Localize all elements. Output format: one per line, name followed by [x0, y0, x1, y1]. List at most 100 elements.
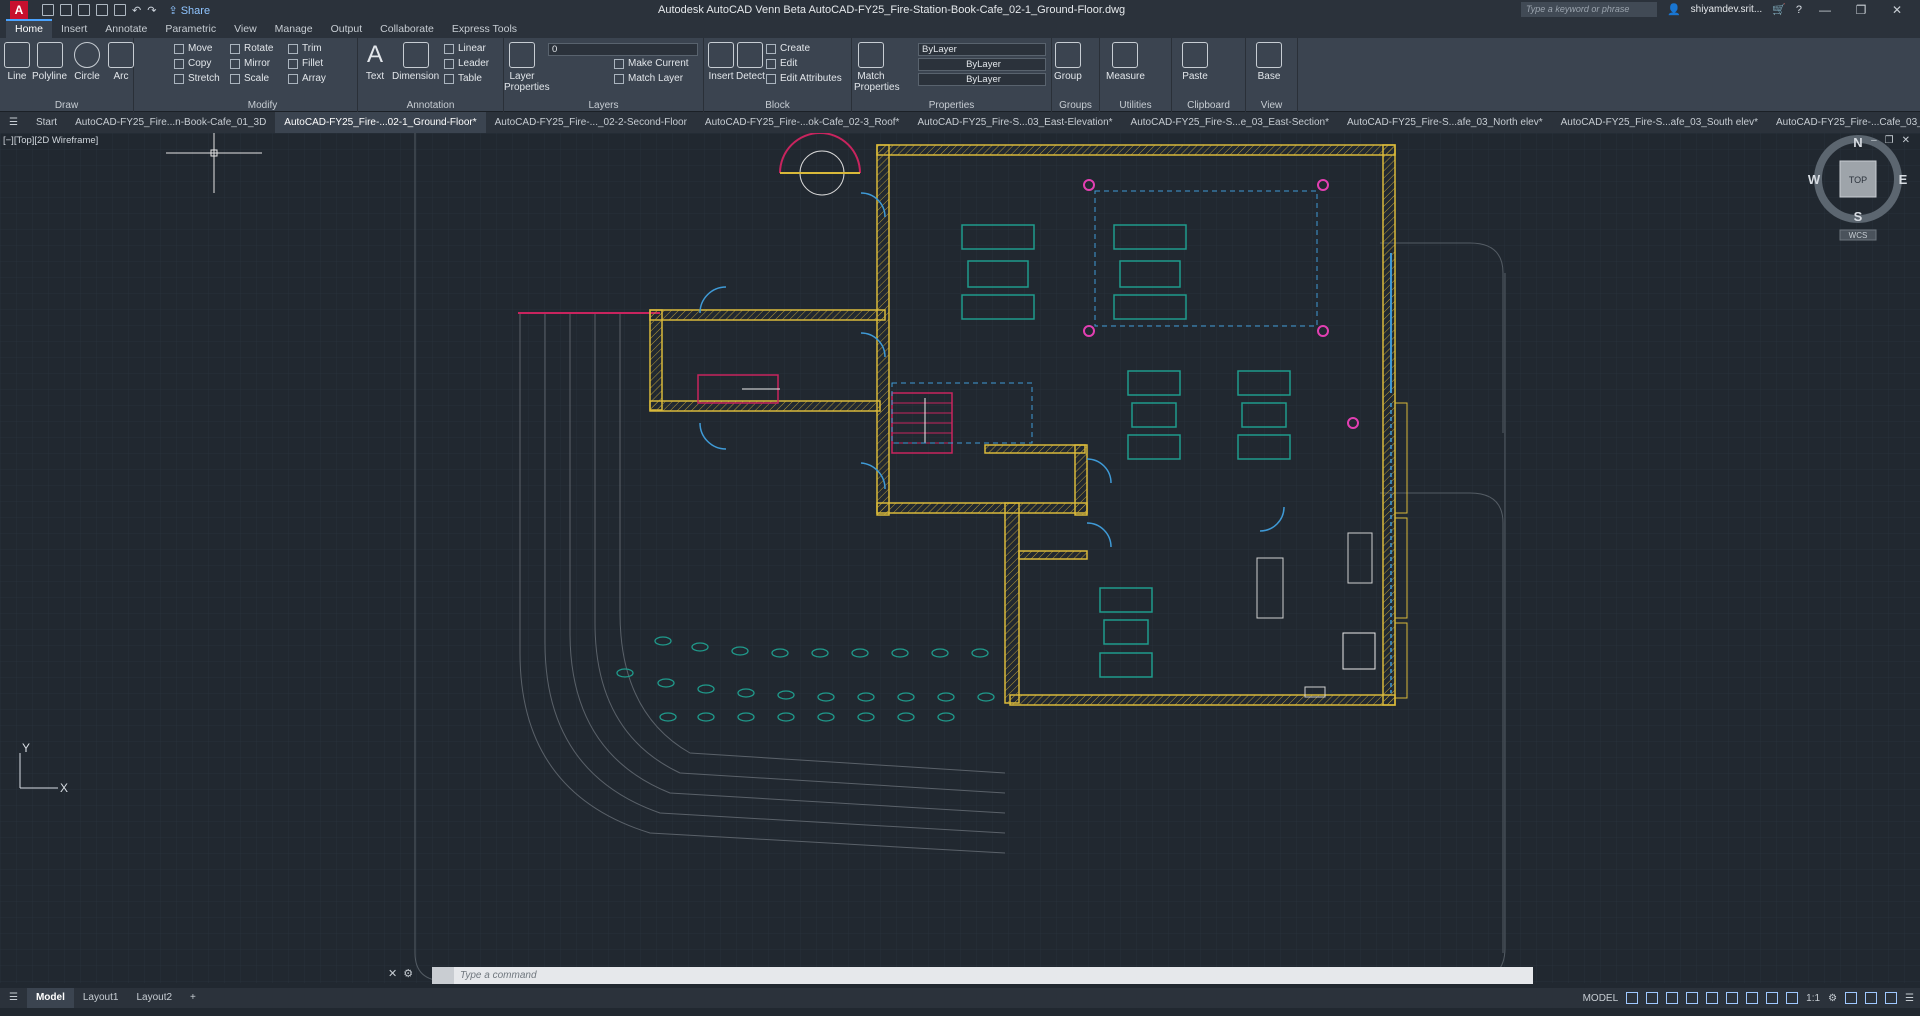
- tab-output[interactable]: Output: [322, 21, 372, 38]
- viewport-close-icon[interactable]: ✕: [1902, 135, 1910, 146]
- file-tab[interactable]: AutoCAD-FY25_Fire-..._02-2-Second-Floor: [486, 112, 696, 133]
- model-space-toggle[interactable]: MODEL: [1583, 993, 1619, 1004]
- grid-toggle-icon[interactable]: [1626, 992, 1639, 1004]
- color-dropdown[interactable]: ByLayer: [918, 43, 1046, 56]
- linetype-dropdown[interactable]: ByLayer: [918, 58, 1046, 71]
- minimize-icon[interactable]: —: [1812, 3, 1838, 17]
- share-button[interactable]: ⇪ Share: [168, 4, 210, 17]
- fillet-button[interactable]: Fillet: [288, 58, 323, 69]
- command-input[interactable]: Type a command: [454, 970, 537, 981]
- tab-manage[interactable]: Manage: [266, 21, 322, 38]
- command-line[interactable]: Type a command: [432, 967, 1533, 984]
- file-tab[interactable]: AutoCAD-FY25_Fire-S...03_East-Elevation*: [908, 112, 1121, 133]
- command-customize-icon[interactable]: ⚙: [403, 967, 413, 984]
- drawing-canvas[interactable]: TOP N S E W WCS Y X [−][Top][2D Wirefram…: [0, 113, 1920, 983]
- units-icon[interactable]: [1845, 992, 1858, 1004]
- user-name[interactable]: shiyamdev.srit...: [1691, 4, 1763, 15]
- annotation-visibility-icon[interactable]: [1786, 992, 1799, 1004]
- insert-button[interactable]: Insert: [708, 42, 734, 82]
- rotate-button[interactable]: Rotate: [230, 43, 273, 54]
- match-properties-button[interactable]: Match Properties: [854, 42, 900, 93]
- move-button[interactable]: Move: [174, 43, 212, 54]
- file-tab[interactable]: AutoCAD-FY25_Fire-S...afe_03_South elev*: [1552, 112, 1767, 133]
- layout-menu-icon[interactable]: ☰: [0, 988, 27, 1008]
- tab-collaborate[interactable]: Collaborate: [371, 21, 443, 38]
- undo-icon[interactable]: ↶: [132, 4, 141, 17]
- autocad-logo-icon[interactable]: A: [10, 1, 28, 19]
- clipboard-panel-label[interactable]: Clipboard: [1172, 100, 1245, 111]
- modify-panel-label[interactable]: Modify: [168, 100, 357, 111]
- scale-button[interactable]: Scale: [230, 73, 269, 84]
- file-tab-start[interactable]: Start: [27, 112, 66, 133]
- create-block-button[interactable]: Create: [766, 43, 810, 54]
- dimension-button[interactable]: Dimension: [392, 42, 439, 82]
- properties-panel-label[interactable]: Properties: [852, 100, 1051, 111]
- selection-cycling-icon[interactable]: [1766, 992, 1779, 1004]
- text-button[interactable]: A Text: [362, 42, 388, 83]
- polar-toggle-icon[interactable]: [1686, 992, 1699, 1004]
- file-tab[interactable]: AutoCAD-FY25_Fire-...ok-Cafe_02-3_Roof*: [696, 112, 909, 133]
- viewcube-south[interactable]: S: [1854, 209, 1863, 224]
- command-close-icon[interactable]: ✕: [388, 967, 397, 984]
- open-file-icon[interactable]: [60, 4, 72, 16]
- viewport-minimize-icon[interactable]: –: [1871, 135, 1877, 146]
- tab-express-tools[interactable]: Express Tools: [443, 21, 526, 38]
- viewport-controls-label[interactable]: [−][Top][2D Wireframe]: [3, 135, 98, 146]
- table-button[interactable]: Table: [444, 73, 482, 84]
- make-current-button[interactable]: Make Current: [614, 58, 689, 69]
- tab-model[interactable]: Model: [26, 988, 74, 1008]
- object-snap-toggle-icon[interactable]: [1726, 992, 1739, 1004]
- viewcube-east[interactable]: E: [1899, 172, 1908, 187]
- redo-icon[interactable]: ↷: [147, 4, 156, 17]
- tab-insert[interactable]: Insert: [52, 21, 96, 38]
- base-button[interactable]: Base: [1256, 42, 1282, 82]
- lineweight-toggle-icon[interactable]: [1746, 992, 1759, 1004]
- viewcube-west[interactable]: W: [1808, 172, 1821, 187]
- arc-button[interactable]: Arc: [108, 42, 134, 82]
- cart-icon[interactable]: 🛒: [1772, 3, 1786, 16]
- file-tab[interactable]: AutoCAD-FY25_Fire...n-Book-Cafe_01_3D: [66, 112, 275, 133]
- add-layout-icon[interactable]: +: [181, 988, 205, 1008]
- save-icon[interactable]: [78, 4, 90, 16]
- file-tab[interactable]: AutoCAD-FY25_Fire-S...afe_03_North elev*: [1338, 112, 1552, 133]
- ortho-toggle-icon[interactable]: [1666, 992, 1679, 1004]
- isometric-toggle-icon[interactable]: [1706, 992, 1719, 1004]
- detect-button[interactable]: Detect: [736, 42, 765, 82]
- groups-panel-label[interactable]: Groups: [1052, 100, 1099, 111]
- line-button[interactable]: Line: [4, 42, 30, 82]
- draw-panel-label[interactable]: Draw: [0, 100, 133, 111]
- command-history-icon[interactable]: [432, 967, 454, 984]
- group-button[interactable]: Group: [1054, 42, 1082, 82]
- print-icon[interactable]: [114, 4, 126, 16]
- copy-button[interactable]: Copy: [174, 58, 211, 69]
- close-icon[interactable]: ✕: [1884, 3, 1910, 17]
- lineweight-dropdown[interactable]: ByLayer: [918, 73, 1046, 86]
- match-layer-button[interactable]: Match Layer: [614, 73, 683, 84]
- stretch-button[interactable]: Stretch: [174, 73, 220, 84]
- maximize-icon[interactable]: ❐: [1848, 3, 1874, 17]
- status-customize-icon[interactable]: ☰: [1905, 993, 1914, 1004]
- tab-layout2[interactable]: Layout2: [127, 988, 181, 1008]
- tab-annotate[interactable]: Annotate: [96, 21, 156, 38]
- tab-view[interactable]: View: [225, 21, 266, 38]
- isolate-objects-icon[interactable]: [1865, 992, 1878, 1004]
- layer-dropdown[interactable]: 0: [548, 43, 698, 56]
- workspace-gear-icon[interactable]: ⚙: [1828, 993, 1837, 1004]
- trim-button[interactable]: Trim: [288, 43, 322, 54]
- mirror-button[interactable]: Mirror: [230, 58, 270, 69]
- paste-button[interactable]: Paste: [1182, 42, 1208, 82]
- polyline-button[interactable]: Polyline: [32, 42, 67, 82]
- tab-layout1[interactable]: Layout1: [74, 988, 128, 1008]
- new-file-icon[interactable]: [42, 4, 54, 16]
- circle-button[interactable]: Circle: [74, 42, 100, 82]
- clean-screen-icon[interactable]: [1885, 992, 1898, 1004]
- edit-attributes-button[interactable]: Edit Attributes: [766, 73, 842, 84]
- file-tab-active[interactable]: AutoCAD-FY25_Fire-...02-1_Ground-Floor*: [275, 112, 486, 133]
- file-tab[interactable]: AutoCAD-FY25_Fire-S...e_03_East-Section*: [1122, 112, 1338, 133]
- save-as-icon[interactable]: [96, 4, 108, 16]
- snap-toggle-icon[interactable]: [1646, 992, 1659, 1004]
- user-icon[interactable]: 👤: [1667, 3, 1681, 16]
- linear-button[interactable]: Linear: [444, 43, 486, 54]
- view-panel-label[interactable]: View: [1246, 100, 1297, 111]
- array-button[interactable]: Array: [288, 73, 326, 84]
